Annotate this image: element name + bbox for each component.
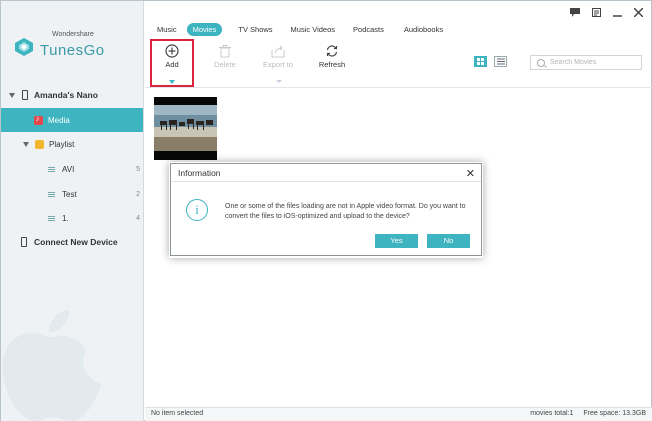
export-dropdown-caret-icon[interactable]: [276, 80, 282, 83]
music-note-icon: [34, 114, 43, 125]
dialog-close-icon[interactable]: ✕: [466, 167, 475, 180]
device-name: Amanda's Nano: [34, 90, 98, 100]
movie-thumbnail[interactable]: [154, 97, 217, 160]
tab-tv-shows[interactable]: TV Shows: [232, 23, 278, 36]
toolbar: Add Delete Export to Refresh: [145, 38, 652, 88]
delete-button[interactable]: Delete: [205, 42, 245, 69]
grid-icon: [477, 58, 484, 65]
playlist-label: 1.: [62, 214, 69, 223]
list-view-button[interactable]: [494, 56, 507, 67]
search-input[interactable]: [550, 59, 638, 66]
connect-new-device[interactable]: Connect New Device: [21, 237, 118, 247]
yes-button[interactable]: Yes: [375, 234, 418, 248]
refresh-icon: [312, 42, 352, 60]
info-icon: i: [186, 199, 208, 221]
search-box[interactable]: [530, 55, 642, 70]
playlist-count: 4: [136, 215, 140, 222]
delete-label: Delete: [214, 60, 236, 69]
dialog-title-bar: Information: [171, 164, 481, 182]
close-window-icon[interactable]: [631, 6, 645, 18]
brand-name: TunesGo: [40, 42, 105, 59]
sidebar-item-label: Playlist: [49, 140, 75, 149]
playlist-list-icon: [48, 215, 56, 222]
search-icon: [537, 58, 545, 67]
grid-view-button[interactable]: [474, 56, 487, 67]
sidebar-playlist-item[interactable]: 1. 4: [48, 214, 143, 223]
add-button[interactable]: Add: [152, 42, 192, 69]
export-button[interactable]: Export to: [258, 42, 298, 69]
export-icon: [258, 42, 298, 60]
connect-label: Connect New Device: [34, 237, 118, 247]
tab-podcasts[interactable]: Podcasts: [347, 23, 390, 36]
minimize-icon[interactable]: [610, 6, 624, 18]
refresh-button[interactable]: Refresh: [312, 42, 352, 69]
add-label: Add: [165, 60, 179, 69]
dialog-title: Information: [178, 167, 221, 178]
sidebar-item-playlist[interactable]: Playlist: [23, 140, 74, 149]
window-controls: [561, 6, 645, 18]
export-label: Export to: [262, 60, 293, 69]
media-tabs: Music Movies TV Shows Music Videos Podca…: [151, 23, 467, 36]
sidebar-playlist-item[interactable]: Test 2: [48, 190, 143, 199]
sidebar-playlist-item[interactable]: AVI 5: [48, 165, 143, 174]
add-dropdown-caret-icon[interactable]: [169, 80, 175, 84]
expand-caret-icon[interactable]: [9, 92, 15, 98]
ipod-icon: [22, 90, 28, 100]
feedback-icon[interactable]: [568, 6, 582, 18]
playlist-label: AVI: [62, 165, 75, 174]
playlist-list-icon: [48, 166, 56, 173]
free-space: Free space: 13.3GB: [583, 410, 646, 417]
tab-music-videos[interactable]: Music Videos: [285, 23, 341, 36]
refresh-label: Refresh: [318, 60, 346, 69]
sidebar-item-label: Media: [48, 115, 70, 125]
sidebar: Wondershare TunesGo Amanda's Nano Media …: [1, 1, 144, 421]
playlist-icon: [35, 140, 44, 149]
menu-icon[interactable]: [589, 6, 603, 18]
playlist-label: Test: [62, 190, 77, 199]
playlist-list-icon: [48, 191, 56, 198]
add-circle-icon: [152, 42, 192, 60]
tab-audiobooks[interactable]: Audiobooks: [398, 23, 449, 36]
expand-caret-icon[interactable]: [23, 142, 29, 147]
brand-small-text: Wondershare: [52, 31, 94, 38]
tunesgo-logo-icon: [13, 36, 35, 58]
playlist-count: 2: [136, 191, 140, 198]
storage-status: movies total:1 Free space: 13.3GB: [522, 410, 646, 417]
information-dialog: Information ✕ i One or some of the files…: [170, 163, 482, 256]
dialog-message: One or some of the files loading are not…: [225, 203, 466, 220]
no-button[interactable]: No: [427, 234, 470, 248]
status-bar: No item selected movies total:1 Free spa…: [145, 407, 652, 421]
device-icon: [21, 237, 27, 247]
tab-music[interactable]: Music: [151, 23, 183, 36]
list-icon: [496, 58, 505, 65]
device-item[interactable]: Amanda's Nano: [9, 90, 98, 100]
sidebar-item-media[interactable]: Media: [1, 108, 143, 132]
tab-movies[interactable]: Movies: [186, 23, 223, 36]
playlist-count: 5: [136, 166, 140, 173]
app-logo: Wondershare TunesGo: [13, 31, 105, 59]
movies-total: movies total:1: [530, 410, 574, 417]
movie-thumbnail-image: [154, 97, 217, 160]
selection-status: No item selected: [151, 410, 204, 417]
apple-watermark-icon: [2, 310, 101, 421]
trash-icon: [205, 42, 245, 60]
